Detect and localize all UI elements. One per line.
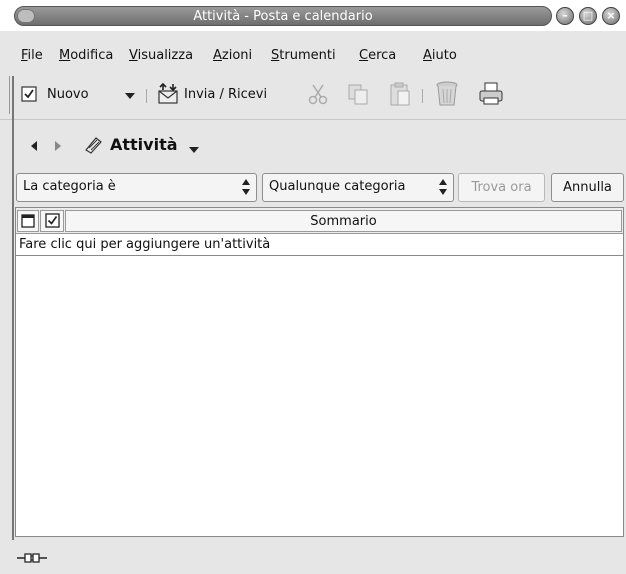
menu-edit[interactable]: Modifica xyxy=(59,48,113,63)
navigation-row: Attività xyxy=(0,130,626,164)
send-receive-label: Invia / Ricevi xyxy=(184,86,268,102)
title-pill: Attività - Posta e calendario xyxy=(14,6,552,26)
checkbox-icon xyxy=(45,213,60,232)
table-header: Sommario xyxy=(16,208,623,234)
checkbox-icon xyxy=(21,86,37,102)
delete-button[interactable] xyxy=(434,80,460,108)
copy-icon xyxy=(346,82,370,106)
view-menu-arrow[interactable] xyxy=(189,143,199,158)
menu-actions[interactable]: Azioni xyxy=(213,48,252,63)
forward-arrow-icon[interactable] xyxy=(54,140,62,155)
new-button-label: Nuovo xyxy=(47,86,89,102)
paste-button[interactable] xyxy=(388,81,412,107)
menu-search[interactable]: Cerca xyxy=(359,48,396,63)
minimize-icon[interactable]: – xyxy=(556,7,574,25)
column-complete[interactable] xyxy=(40,210,64,232)
status-bar xyxy=(0,540,626,574)
search-field-selector[interactable]: La categoria è xyxy=(16,173,257,202)
task-table: Sommario Fare clic qui per aggiungere un… xyxy=(15,207,624,537)
find-now-button[interactable]: Trova ora xyxy=(458,173,545,202)
updown-arrows-icon xyxy=(438,177,448,198)
print-button[interactable] xyxy=(478,81,504,107)
cut-button[interactable] xyxy=(306,82,330,106)
close-icon[interactable]: × xyxy=(602,7,620,25)
calendar-icon xyxy=(21,213,35,232)
category-selector[interactable]: Qualunque categoria xyxy=(262,173,454,202)
menu-help[interactable]: Aiuto xyxy=(423,48,457,63)
application-window: Attività - Posta e calendario – □ × File… xyxy=(0,0,626,574)
column-due-date[interactable] xyxy=(17,210,39,232)
category-selector-value: Qualunque categoria xyxy=(269,179,406,194)
menu-tools[interactable]: Strumenti xyxy=(271,48,336,63)
view-title: Attività xyxy=(110,135,178,154)
send-receive-button[interactable]: Invia / Ricevi xyxy=(156,82,267,106)
send-receive-icon xyxy=(156,82,180,106)
cancel-button[interactable]: Annulla xyxy=(551,173,624,202)
paste-icon xyxy=(388,81,412,107)
window-title: Attività - Posta e calendario xyxy=(193,9,373,24)
connection-plug-icon[interactable] xyxy=(17,552,47,568)
printer-icon xyxy=(478,81,504,107)
tasks-icon xyxy=(84,136,104,158)
new-dropdown-arrow[interactable] xyxy=(124,92,136,100)
menu-file[interactable]: File xyxy=(21,48,43,63)
maximize-icon[interactable]: □ xyxy=(579,7,597,25)
trash-icon xyxy=(434,80,460,108)
menu-bar: File Modifica Visualizza Azioni Strument… xyxy=(0,44,626,68)
title-bar[interactable]: Attività - Posta e calendario – □ × xyxy=(0,0,626,31)
search-field-selector-value: La categoria è xyxy=(23,179,116,194)
add-task-row[interactable]: Fare clic qui per aggiungere un'attività xyxy=(16,234,623,256)
toolbar: Nuovo Invia / Ricevi xyxy=(0,72,626,120)
back-arrow-icon[interactable] xyxy=(30,140,38,155)
column-summary[interactable]: Sommario xyxy=(65,210,622,232)
column-summary-label: Sommario xyxy=(310,214,377,229)
updown-arrows-icon xyxy=(241,177,251,198)
toolbar-separator xyxy=(422,89,423,103)
menu-view[interactable]: Visualizza xyxy=(129,48,193,63)
toolbar-separator xyxy=(146,89,147,103)
new-button[interactable]: Nuovo xyxy=(21,86,89,102)
copy-button[interactable] xyxy=(346,82,370,106)
scissors-icon xyxy=(306,82,330,106)
window-left-edge xyxy=(12,76,14,546)
